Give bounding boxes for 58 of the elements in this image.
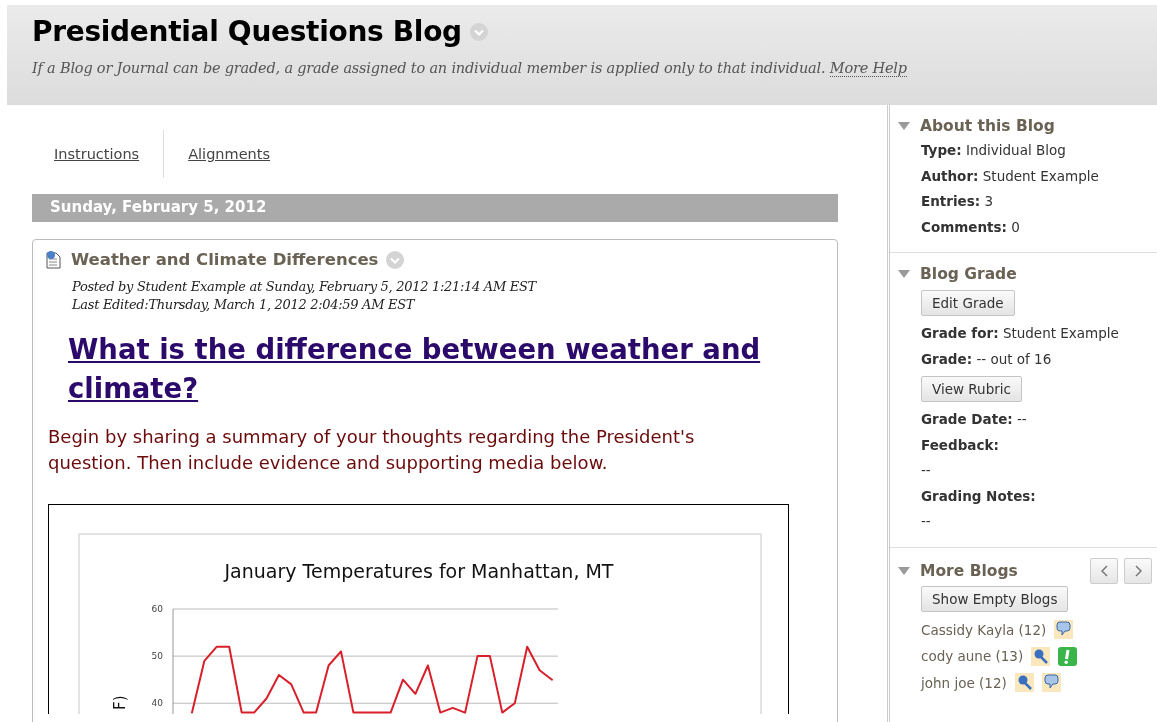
next-button[interactable] (1124, 557, 1152, 584)
prev-button[interactable] (1090, 557, 1118, 584)
field-label: Author: (921, 167, 979, 184)
action-button[interactable]: View Rubric (921, 376, 1022, 402)
triangle-icon[interactable] (897, 121, 911, 131)
tick-label: 60 (151, 604, 163, 614)
blog-link[interactable]: Cassidy Kayla (12) (921, 621, 1047, 638)
axis-label: F) (111, 695, 129, 710)
field-label: Comments: (921, 218, 1007, 235)
field-value: 3 (984, 193, 994, 209)
tab-link[interactable]: Instructions (30, 146, 164, 162)
more-help-link[interactable]: More Help (829, 60, 907, 77)
field-value: 0 (1011, 218, 1020, 235)
triangle-icon[interactable] (897, 565, 911, 576)
field-label: Type: (921, 142, 962, 158)
chevron-icon[interactable] (386, 250, 405, 269)
document-pin-icon (44, 250, 63, 269)
panel-title[interactable]: About this Blog (920, 117, 1055, 135)
triangle-icon[interactable] (897, 269, 911, 279)
field-value: -- (921, 461, 932, 480)
field-value: Student Example (1002, 325, 1119, 341)
field-label: Feedback: (921, 435, 1000, 455)
show-empty-blogs-button[interactable]: Show Empty Blogs (921, 585, 1069, 612)
entry-heading-link[interactable]: What is the difference between weather and climate? (48, 330, 768, 408)
date-bar: Sunday, February 5, 2012 (32, 194, 838, 222)
entry-title[interactable]: Weather and Climate Differences (71, 250, 379, 269)
field-value: Student Example (982, 167, 1099, 184)
tick-label: 40 (151, 698, 163, 709)
panel-title[interactable]: More Blogs (920, 561, 1018, 580)
chevron-left-icon (1100, 564, 1108, 577)
pushpin-icon (1031, 646, 1051, 666)
field-value: Individual Blog (965, 142, 1066, 158)
posted-by-text: Posted by Student Example at Sunday, February 5, 2012 1:21:14 AM EST (72, 278, 536, 296)
field-label: Grading Notes: (921, 486, 1037, 506)
chevron-icon[interactable] (469, 22, 488, 41)
chart-title: January Temperatures for Manhattan, MT (224, 560, 614, 582)
panel-title[interactable]: Blog Grade (920, 265, 1017, 283)
speech-bubble-icon (1041, 673, 1061, 693)
field-label: Grade for: (921, 325, 999, 341)
speech-bubble-icon (1054, 620, 1074, 640)
page-title: Presidential Questions Blog (32, 15, 462, 48)
field-label: Grade Date: (921, 411, 1013, 427)
action-button[interactable]: Edit Grade (921, 290, 1015, 316)
tab-link[interactable]: Alignments (163, 130, 295, 178)
exclamation-icon (1058, 646, 1078, 666)
help-text: If a Blog or Journal can be graded, a grade assigned to an individual member is applied only to that individual. More Help (32, 60, 908, 76)
pushpin-icon (1014, 673, 1034, 693)
blog-link[interactable]: cody aune (13) (921, 648, 1024, 665)
field-value: -- out of 16 (976, 350, 1052, 367)
tick-label: 50 (151, 651, 163, 662)
field-label: Grade: (921, 350, 973, 367)
field-label: Entries: (921, 193, 981, 209)
last-edited-text: Last Edited:Thursday, March 1, 2012 2:04:59 AM EST (72, 296, 415, 314)
blog-link[interactable]: john joe (12) (921, 674, 1007, 691)
entry-body-text: Begin by sharing a summary of your thoughts regarding the President's question. Then include evidence and supporting media below. (48, 425, 696, 475)
chevron-right-icon (1134, 564, 1142, 577)
field-value: -- (921, 512, 932, 531)
field-value: -- (1017, 411, 1027, 427)
